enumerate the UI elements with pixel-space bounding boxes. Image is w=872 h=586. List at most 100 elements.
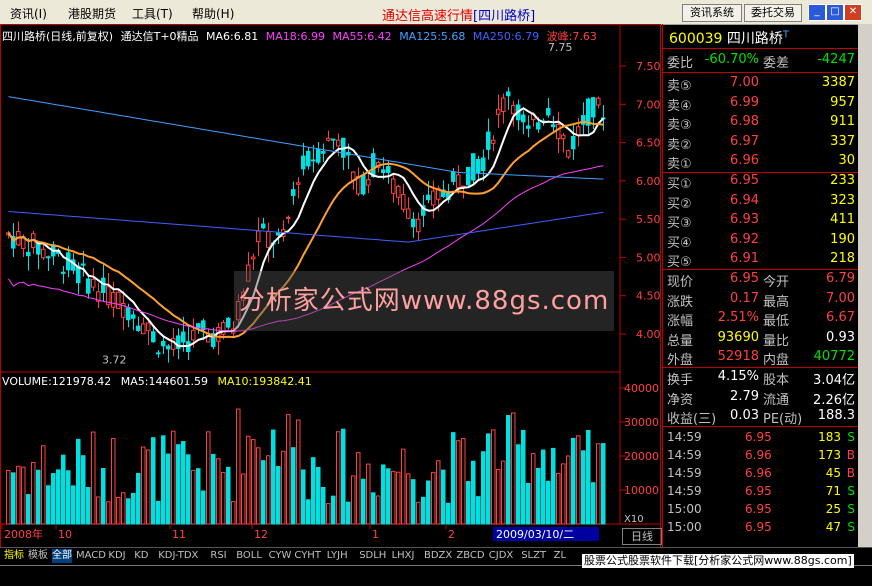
stat-value: 2.51%	[717, 310, 759, 325]
tab-cjdx[interactable]: CJDX	[489, 549, 513, 563]
ma6-label: MA6:6.81	[206, 30, 259, 43]
period-button[interactable]: 日线	[622, 528, 662, 545]
tick-row: 14:59 6.96 173 B	[663, 448, 859, 466]
tab-cyw[interactable]: CYW	[269, 549, 292, 563]
volume-bar	[401, 448, 406, 525]
minimize-icon[interactable]: _	[808, 4, 826, 21]
volume-bar	[506, 415, 511, 525]
menu-tools[interactable]: 工具(T)	[132, 5, 173, 22]
bids-row[interactable]: 买③ 6.93 411	[663, 212, 859, 231]
bids-row[interactable]: 买① 6.95 233	[663, 173, 859, 192]
bids-price: 6.91	[730, 251, 759, 266]
volume-bar	[136, 472, 141, 525]
tab-macd[interactable]: MACD	[76, 549, 106, 563]
candle-body	[26, 251, 31, 257]
ad-banner[interactable]: 股票公式股票软件下载[分析家公式网www.88gs.com]	[582, 554, 854, 568]
cursor-date-label: 2009/03/10/二	[496, 528, 574, 541]
candle-body	[61, 271, 66, 274]
asks-row[interactable]: 卖① 6.96 30	[663, 153, 859, 172]
volume-bar	[381, 464, 386, 525]
volume-bar	[471, 460, 476, 525]
volume-bar	[321, 486, 326, 525]
stat-label: 内盘	[763, 353, 790, 368]
bids-row[interactable]: 买④ 6.92 190	[663, 232, 859, 251]
trade-button[interactable]: 委托交易	[744, 4, 802, 22]
stat-label: PE(动)	[763, 412, 803, 427]
divider	[663, 72, 859, 73]
stat-label: 流通	[763, 392, 790, 408]
tab-bdzx[interactable]: BDZX	[424, 549, 452, 563]
volume-bar	[141, 446, 146, 525]
tab-lhxj[interactable]: LHXJ	[392, 549, 415, 563]
volume-bar	[241, 473, 246, 525]
tab-sdlh[interactable]: SDLH	[359, 549, 386, 563]
ma250-label: MA250:6.79	[472, 30, 540, 43]
volume-bar	[566, 455, 571, 525]
candle-body	[456, 174, 461, 189]
menu-news[interactable]: 资讯(I)	[10, 5, 47, 22]
maximize-icon[interactable]: □	[826, 4, 844, 21]
bids-price: 6.92	[730, 231, 759, 247]
volume-bar	[396, 471, 401, 525]
tick-side: B	[846, 448, 855, 462]
volume-bar	[126, 498, 131, 525]
menu-hk-futures[interactable]: 港股期货	[68, 5, 116, 22]
volume-bar	[301, 469, 306, 525]
asks-row[interactable]: 卖⑤ 7.00 3387	[663, 75, 859, 94]
candle-body	[141, 323, 146, 335]
candle-body	[261, 223, 266, 229]
tab-zbcd[interactable]: ZBCD	[456, 549, 484, 563]
tab-zl[interactable]: ZL	[554, 549, 566, 563]
asks-row[interactable]: 卖④ 6.99 957	[663, 95, 859, 114]
stat-label: 最高	[763, 294, 790, 310]
volume-unit-label: X10	[624, 514, 644, 525]
candle-body	[371, 153, 376, 178]
volume-bar	[186, 454, 191, 525]
volume-bar	[76, 438, 81, 525]
candle-body	[391, 178, 396, 194]
candle-body	[291, 189, 296, 196]
bids-row[interactable]: 买⑤ 6.91 218	[663, 251, 859, 270]
tab-lyjh[interactable]: LYJH	[327, 549, 348, 563]
tab-boll[interactable]: BOLL	[236, 549, 262, 563]
stat-row: 换手 4.15% 股本 3.04亿	[663, 369, 859, 388]
tab-slzt[interactable]: SLZT	[521, 549, 546, 563]
tab-kdj-tdx[interactable]: KDJ-TDX	[158, 549, 198, 563]
volume-bar	[106, 501, 111, 525]
tab-rsi[interactable]: RSI	[210, 549, 226, 563]
tick-row: 15:00 6.95 25 S	[663, 502, 859, 520]
kline-chart[interactable]: 7.50 7.00 6.50 6.00 5.50 5.00 4.50 4.00 40000 300…	[0, 24, 662, 552]
tick-row: 15:00 6.95 47 S	[663, 520, 859, 538]
weibi-label: 委比	[667, 56, 694, 71]
tab-模板[interactable]: 模板	[28, 549, 48, 563]
tab-kdj[interactable]: KDJ	[108, 549, 125, 563]
tab-全部[interactable]: 全部	[52, 549, 72, 563]
asks-row[interactable]: 卖③ 6.98 911	[663, 114, 859, 133]
asks-label: 卖②	[667, 137, 692, 153]
volume-label: VOLUME:121978.42	[2, 375, 112, 388]
tab-cyht[interactable]: CYHT	[294, 549, 321, 563]
candle-body	[591, 97, 596, 118]
divider	[663, 48, 859, 49]
volume-bar	[231, 501, 236, 525]
menu-help[interactable]: 帮助(H)	[192, 5, 234, 22]
candle-body	[586, 98, 591, 126]
tick-scrollbar[interactable]	[858, 24, 872, 552]
ma18-label: MA18:6.99	[265, 30, 325, 43]
news-system-button[interactable]: 资讯系统	[682, 4, 742, 22]
asks-row[interactable]: 卖② 6.97 337	[663, 134, 859, 153]
tab-kd[interactable]: KD	[134, 549, 148, 563]
stat-value: 0.93	[826, 329, 855, 345]
volume-bar	[46, 485, 51, 525]
close-icon[interactable]: ✕	[844, 4, 862, 21]
candle-body	[556, 123, 561, 140]
candle-body	[46, 256, 51, 259]
volume-bar	[516, 444, 521, 525]
candle-body	[166, 345, 171, 350]
tick-time: 14:59	[667, 430, 702, 444]
wave-label: 波峰:7.63	[546, 30, 597, 43]
volume-tick-label: 30000	[624, 416, 659, 429]
candle-body	[316, 148, 321, 163]
bids-row[interactable]: 买② 6.94 323	[663, 193, 859, 212]
tab-指标[interactable]: 指标	[4, 549, 24, 563]
